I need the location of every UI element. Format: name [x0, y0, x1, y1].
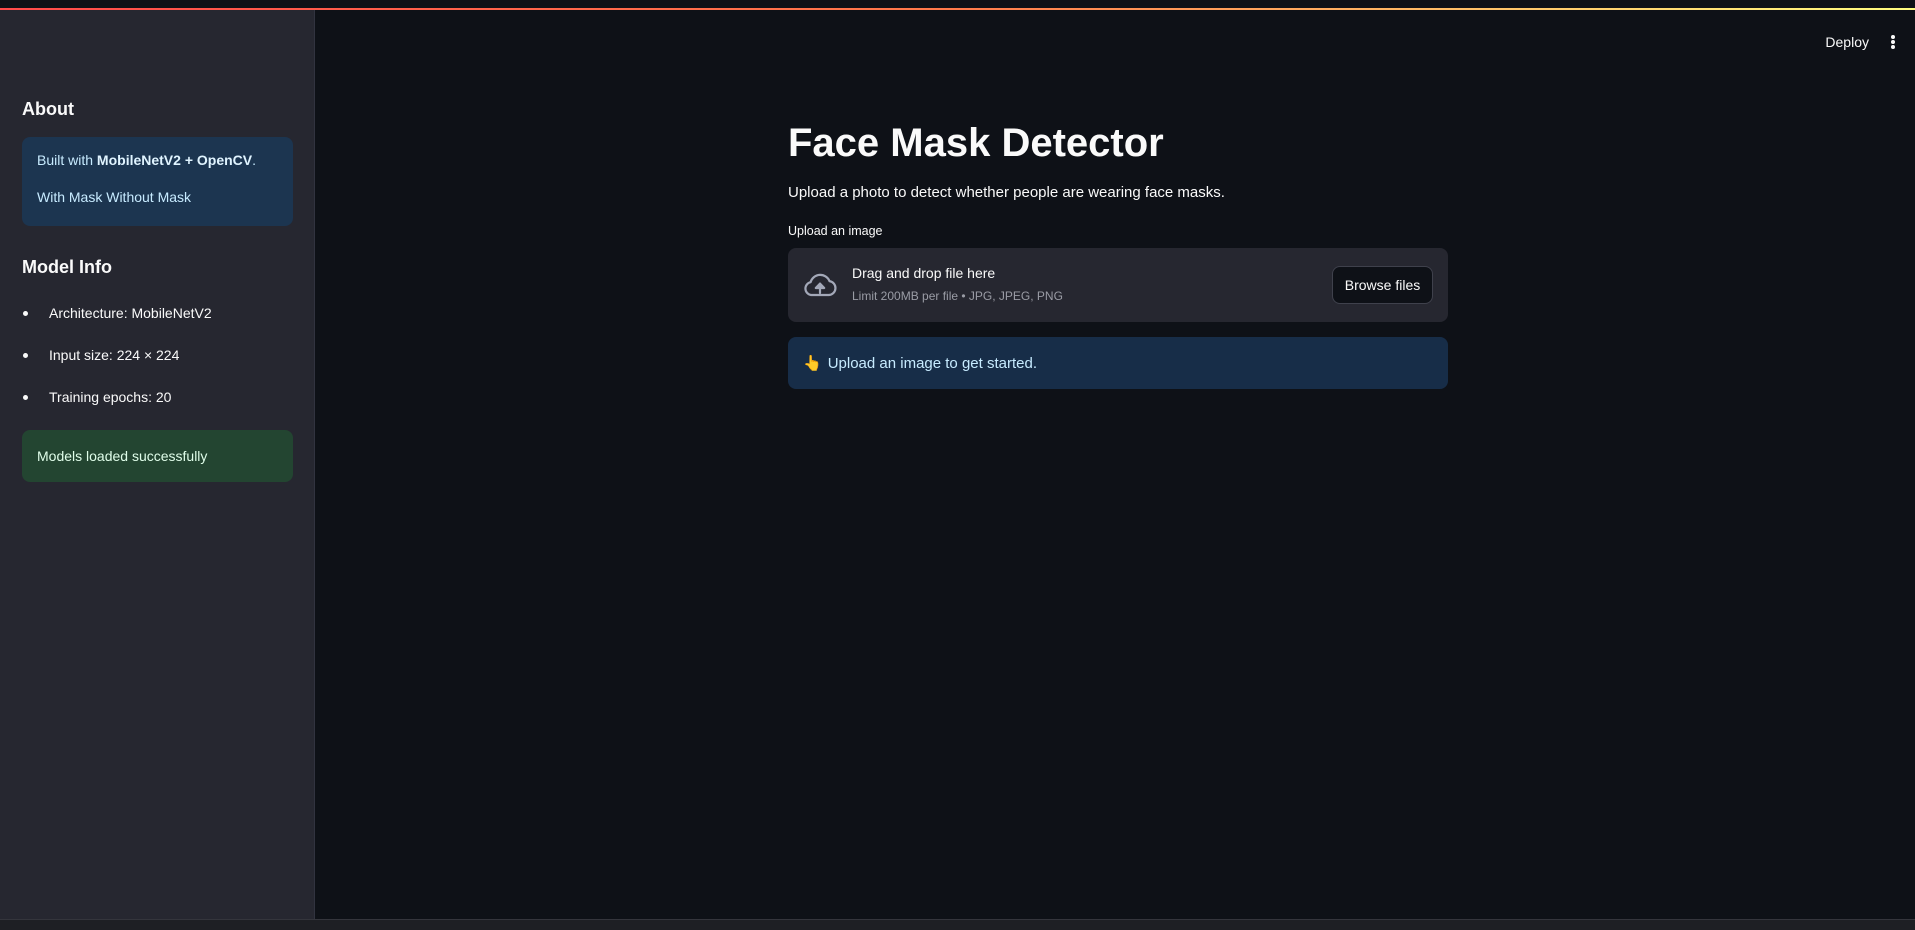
model-info-list: Architecture: MobileNetV2 Input size: 22…: [22, 303, 212, 429]
model-info-architecture: Architecture: MobileNetV2: [22, 303, 212, 345]
get-started-text: Upload an image to get started.: [827, 354, 1037, 372]
model-info-heading: Model Info: [22, 257, 112, 277]
about-text-prefix: Built with: [37, 152, 97, 168]
bottom-taskbar-strip: [0, 919, 1915, 930]
get-started-info-banner: 👆 Upload an image to get started.: [788, 337, 1448, 389]
cloud-upload-icon: [804, 273, 837, 297]
top-decoration-bar: [0, 0, 1915, 10]
dropzone-instructions: Drag and drop file here: [852, 265, 996, 281]
about-text-suffix: .: [252, 152, 257, 168]
pointing-up-icon: 👆: [803, 354, 822, 372]
menu-dot: [1891, 35, 1895, 39]
about-classes: With Mask Without Mask: [37, 189, 192, 205]
about-info-box: Built with MobileNetV2 + OpenCV. With Ma…: [22, 137, 293, 226]
about-opencv: OpenCV: [196, 152, 253, 168]
more-vertical-icon[interactable]: [1885, 33, 1901, 51]
about-plus: +: [180, 152, 197, 168]
about-mobilenet: MobileNetV2: [96, 152, 181, 168]
menu-dot: [1891, 45, 1895, 49]
models-loaded-alert: Models loaded successfully: [22, 430, 293, 482]
page-subtitle: Upload a photo to detect whether people …: [788, 184, 1225, 201]
header-actions: Deploy: [1825, 30, 1901, 54]
sidebar: About Built with MobileNetV2 + OpenCV. W…: [0, 10, 315, 919]
about-heading: About: [22, 99, 74, 119]
upload-label: Upload an image: [788, 224, 883, 238]
browse-files-button[interactable]: Browse files: [1332, 266, 1433, 304]
model-info-input-size: Input size: 224 × 224: [22, 345, 212, 387]
deploy-button[interactable]: Deploy: [1825, 34, 1869, 50]
dropzone-file-limit: Limit 200MB per file • JPG, JPEG, PNG: [852, 289, 1063, 303]
page-title: Face Mask Detector: [788, 121, 1164, 165]
menu-dot: [1891, 40, 1895, 44]
about-built-with: Built with MobileNetV2 + OpenCV.: [37, 151, 278, 170]
model-info-epochs: Training epochs: 20: [22, 387, 212, 429]
file-dropzone[interactable]: Drag and drop file here Limit 200MB per …: [788, 248, 1448, 322]
